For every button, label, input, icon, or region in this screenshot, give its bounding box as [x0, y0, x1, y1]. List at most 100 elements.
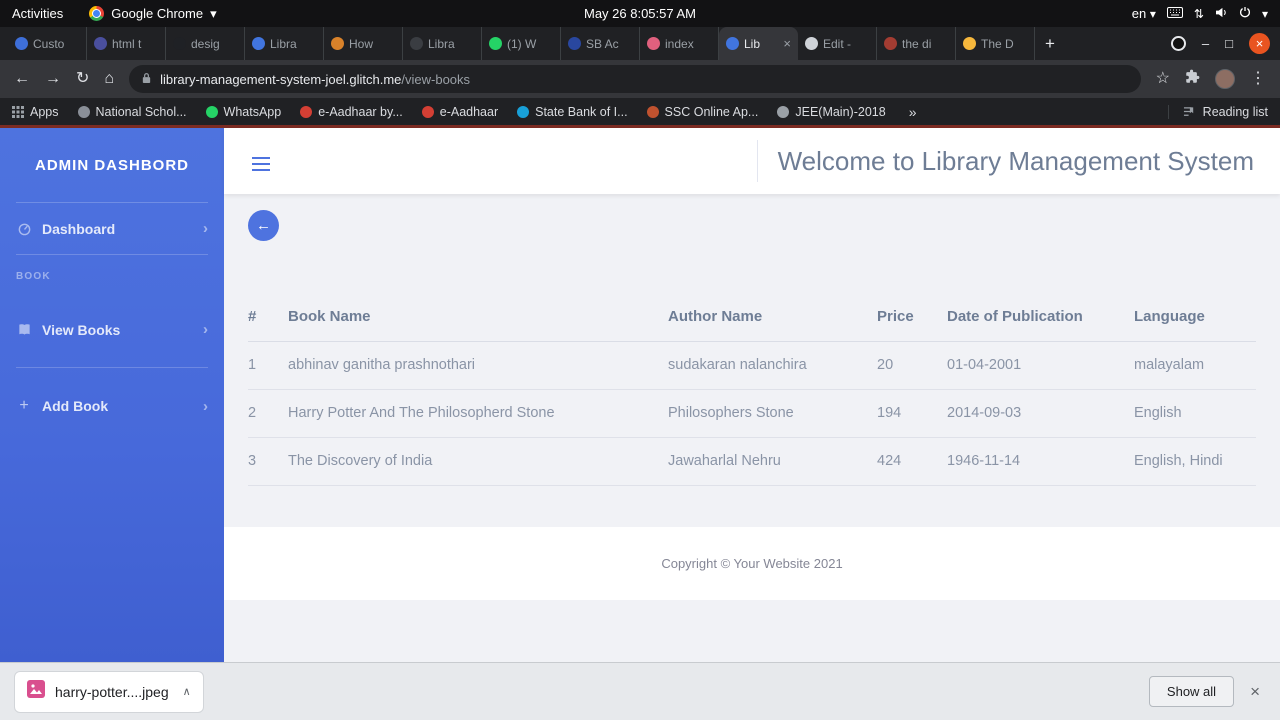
download-shelf: harry-potter....jpeg ∧ Show all ×: [0, 662, 1280, 720]
network-arrows-icon[interactable]: ⇅: [1194, 7, 1204, 21]
refresh-button[interactable]: ↻: [76, 71, 89, 87]
bookmarks-overflow-button[interactable]: »: [909, 104, 917, 120]
window-minimize-button[interactable]: –: [1202, 36, 1209, 51]
browser-toolbar: ← → ↻ ⌂ library-management-system-joel.g…: [0, 60, 1280, 98]
page-background-fill: [224, 600, 1280, 662]
show-all-button[interactable]: Show all: [1148, 676, 1235, 707]
browser-tab[interactable]: How: [324, 27, 403, 60]
padlock-icon[interactable]: [141, 72, 152, 87]
forward-button[interactable]: →: [45, 71, 61, 87]
download-item[interactable]: harry-potter....jpeg ∧: [14, 670, 204, 713]
language-indicator[interactable]: en ▾: [1132, 6, 1156, 21]
sidebar-item-view-books[interactable]: View Books ›: [0, 304, 224, 355]
keyboard-icon[interactable]: [1166, 6, 1183, 21]
profile-avatar[interactable]: [1215, 69, 1235, 89]
browser-tab[interactable]: Libra: [403, 27, 482, 60]
browser-tab[interactable]: Libra: [245, 27, 324, 60]
chrome-logo-icon: [89, 6, 105, 21]
volume-icon[interactable]: [1215, 6, 1228, 21]
back-button[interactable]: ←: [14, 71, 30, 87]
cell-book-name: The Discovery of India: [288, 437, 668, 486]
window-close-button[interactable]: ×: [1249, 33, 1270, 54]
browser-tab[interactable]: Edit -: [798, 27, 877, 60]
tab-favicon-icon: [568, 37, 581, 50]
cell-book-name: abhinav ganitha prashnothari: [288, 341, 668, 390]
tab-label: (1) W: [507, 36, 537, 51]
cell-author: Jawaharlal Nehru: [668, 437, 877, 486]
activities-button[interactable]: Activities: [12, 6, 63, 21]
dashboard-gauge-icon: [16, 221, 32, 236]
bookmark-item[interactable]: e-Aadhaar by...: [300, 105, 403, 119]
admin-sidebar: ADMIN DASHBORD Dashboard › BOOK View Boo…: [0, 128, 224, 662]
browser-tab[interactable]: the di: [877, 27, 956, 60]
tab-favicon-icon: [410, 37, 423, 50]
cell-author: Philosophers Stone: [668, 389, 877, 438]
tab-label: Edit -: [823, 36, 852, 51]
app-menu[interactable]: Google Chrome ▾: [89, 6, 217, 22]
sidebar-toggle-button[interactable]: [252, 152, 270, 171]
bookmark-item[interactable]: WhatsApp: [205, 104, 282, 119]
image-file-icon: [27, 680, 45, 703]
new-tab-button[interactable]: +: [1045, 34, 1055, 54]
tab-label: Lib: [744, 36, 761, 51]
bookmark-favicon-icon: [646, 105, 659, 118]
download-caret-icon[interactable]: ∧: [183, 685, 191, 698]
tab-favicon-icon: [805, 37, 818, 50]
tab-favicon-icon: [489, 37, 502, 50]
browser-tab[interactable]: Custo: [8, 27, 87, 60]
sidebar-divider: [16, 367, 208, 368]
chevron-right-icon: ›: [203, 321, 208, 338]
sidebar-item-add-book[interactable]: + Add Book ›: [0, 380, 224, 432]
browser-tab-active[interactable]: Lib ×: [719, 27, 798, 60]
bookmark-item[interactable]: State Bank of I...: [517, 105, 628, 119]
reading-list-button[interactable]: Reading list: [1167, 104, 1268, 119]
bookmark-item[interactable]: National Schol...: [77, 105, 187, 119]
page-viewport: ADMIN DASHBORD Dashboard › BOOK View Boo…: [0, 128, 1280, 662]
browser-tab[interactable]: html t: [87, 27, 166, 60]
cell-language: English, Hindi: [1134, 437, 1256, 486]
sidebar-item-label: Add Book: [42, 398, 109, 414]
bookmark-favicon-icon: [517, 105, 530, 118]
browser-tab[interactable]: SB Ac: [561, 27, 640, 60]
chevron-right-icon: ›: [203, 397, 208, 415]
download-shelf-close-icon[interactable]: ×: [1250, 682, 1260, 702]
chevron-down-icon[interactable]: ▾: [1262, 7, 1268, 21]
column-header-price: Price: [877, 293, 947, 342]
browser-tab[interactable]: (1) W: [482, 27, 561, 60]
system-top-bar: Activities Google Chrome ▾ May 26 8:05:5…: [0, 0, 1280, 27]
url-domain: library-management-system-joel.glitch.me: [160, 71, 402, 87]
bookmark-label: WhatsApp: [223, 104, 282, 119]
download-indicator-icon[interactable]: [1170, 36, 1186, 51]
sidebar-item-label: View Books: [42, 321, 121, 338]
tab-label: the di: [902, 36, 932, 51]
browser-menu-icon[interactable]: ⋮: [1250, 71, 1266, 87]
sidebar-item-dashboard[interactable]: Dashboard ›: [0, 203, 224, 254]
system-bar-left: Activities Google Chrome ▾: [0, 6, 217, 22]
bookmark-item[interactable]: JEE(Main)-2018: [777, 105, 886, 119]
tab-close-icon[interactable]: ×: [783, 36, 791, 51]
book-icon: [16, 322, 32, 337]
extensions-icon[interactable]: [1185, 69, 1200, 89]
tab-label: Custo: [33, 36, 65, 51]
sidebar-brand[interactable]: ADMIN DASHBORD: [0, 128, 224, 202]
tab-favicon-icon: [726, 37, 739, 50]
browser-tab[interactable]: The D: [956, 27, 1035, 60]
bookmark-item[interactable]: SSC Online Ap...: [646, 105, 758, 119]
browser-tab[interactable]: index: [640, 27, 719, 60]
browser-tab[interactable]: desig: [166, 27, 245, 60]
back-circle-button[interactable]: ←: [248, 210, 279, 241]
window-maximize-button[interactable]: □: [1225, 36, 1233, 51]
bookmark-star-icon[interactable]: ☆: [1156, 71, 1170, 87]
bookmark-item[interactable]: e-Aadhaar: [421, 105, 498, 119]
tab-label: How: [349, 36, 374, 51]
plus-icon: +: [19, 397, 29, 414]
cell-index: 2: [248, 389, 288, 438]
books-table: # Book Name Author Name Price Date of Pu…: [248, 293, 1256, 486]
bookmark-favicon-icon: [777, 105, 790, 118]
power-icon[interactable]: [1239, 6, 1251, 21]
home-button[interactable]: ⌂: [104, 71, 114, 87]
clock[interactable]: May 26 8:05:57 AM: [584, 6, 696, 21]
apps-shortcut[interactable]: Apps: [12, 105, 59, 119]
address-bar[interactable]: library-management-system-joel.glitch.me…: [129, 65, 1141, 93]
table-row: 2 Harry Potter And The Philosopherd Ston…: [248, 389, 1256, 438]
